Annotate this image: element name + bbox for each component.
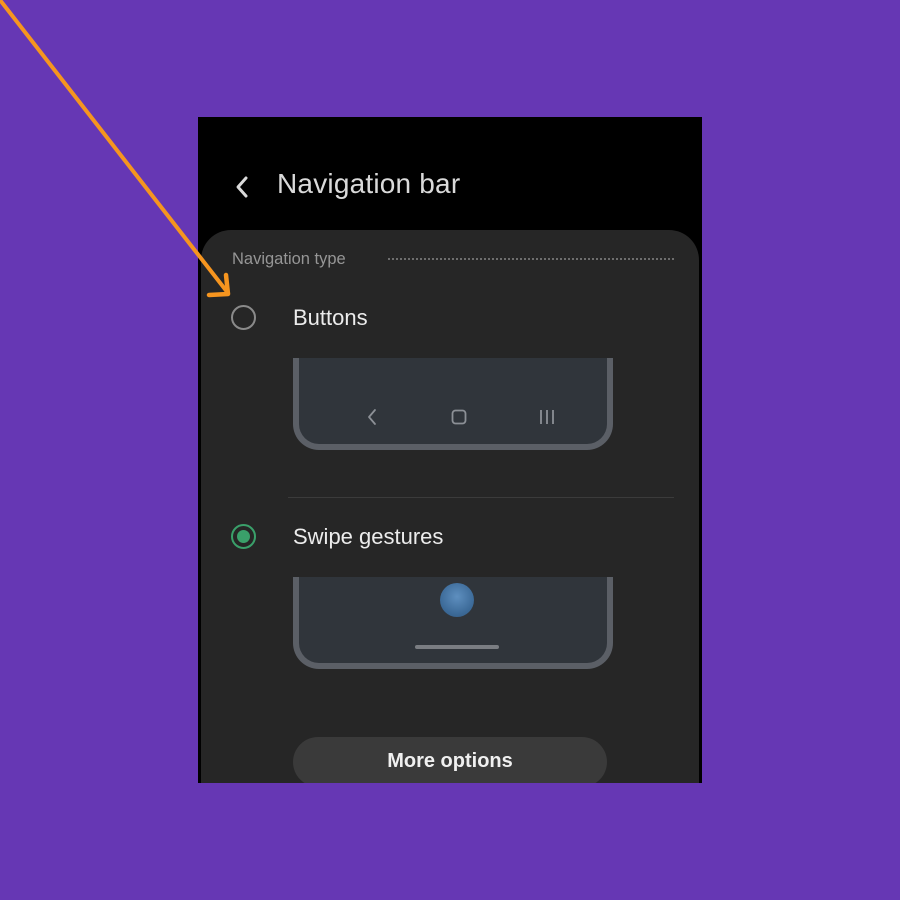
- annotation-arrow: [0, 0, 231, 298]
